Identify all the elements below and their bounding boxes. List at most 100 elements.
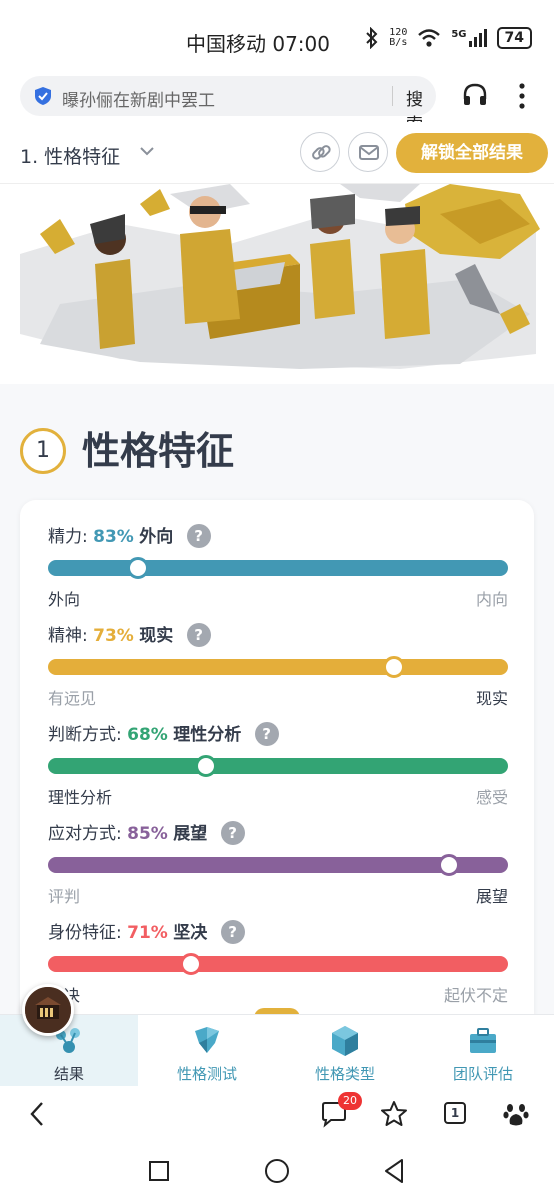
trait-heading: 应对方式: 85% 展望 ?: [48, 819, 245, 845]
tab-personality-types[interactable]: 性格类型: [276, 1015, 414, 1087]
hero-illustration: [0, 184, 554, 384]
trait-right-label: 现实: [475, 689, 508, 708]
link-icon: [312, 145, 331, 160]
trait-slider-knob: [383, 656, 406, 678]
status-icons: 120 B/s 5G 74: [365, 27, 532, 49]
trait-percent: 85%: [127, 824, 168, 844]
trait-name: 精神:: [48, 626, 88, 646]
library-icon: [25, 987, 71, 1033]
headphone-icon[interactable]: [462, 82, 488, 108]
help-icon[interactable]: ?: [220, 920, 245, 944]
trait-bar: [48, 854, 508, 876]
cellular-signal: 5G: [451, 29, 487, 47]
back-arrow-icon[interactable]: [26, 1100, 50, 1128]
bluetooth-icon: [366, 27, 378, 49]
comment-count-badge: 20: [338, 1092, 362, 1110]
cube-icon: [332, 1026, 358, 1056]
chevron-down-icon[interactable]: [138, 142, 156, 160]
trait-name: 身份特征:: [48, 923, 122, 943]
trait-slider-knob: [126, 557, 149, 579]
trait-result: 展望: [173, 824, 208, 844]
trait-right-label: 感受: [475, 788, 508, 807]
home-icon[interactable]: [264, 1158, 290, 1184]
section-dropdown[interactable]: 1. 性格特征: [20, 142, 120, 169]
help-icon[interactable]: ?: [220, 821, 245, 845]
email-button[interactable]: [348, 132, 388, 172]
trait-bar: [48, 755, 508, 777]
tab-label: 性格测试: [176, 1065, 237, 1083]
shield-check-icon: [35, 87, 51, 105]
browser-bottom-nav: 20 1: [0, 1086, 554, 1142]
tab-label: 性格类型: [314, 1065, 375, 1083]
network-type: 5G: [451, 29, 467, 40]
bottom-tab-bar: 结果 性格测试 性格类型 团队评估: [0, 1014, 554, 1087]
trait-slider-knob: [437, 854, 460, 876]
test-icon: [195, 1027, 219, 1053]
browser-bar: 曝孙俪在新剧中罢工 搜索: [0, 72, 554, 135]
briefcase-icon: [470, 1028, 496, 1053]
trait-percent: 73%: [93, 626, 134, 646]
search-box[interactable]: 曝孙俪在新剧中罢工 搜索: [20, 76, 436, 135]
tab-team-assessment[interactable]: 团队评估: [414, 1015, 552, 1087]
trait-name: 应对方式:: [48, 824, 122, 844]
trait-bar: [48, 953, 508, 975]
tab-switcher-button[interactable]: 1: [444, 1102, 466, 1124]
star-icon[interactable]: [380, 1100, 408, 1128]
trait-result: 坚决: [173, 923, 208, 943]
help-icon[interactable]: ?: [186, 623, 211, 647]
hero-image: [0, 184, 554, 384]
trait-heading: 精神: 73% 现实 ?: [48, 621, 211, 647]
trait-result: 外向: [139, 527, 174, 547]
status-carrier-time: 中国移动 07:00: [186, 32, 330, 56]
divider: [392, 86, 393, 106]
battery-indicator: 74: [496, 27, 532, 49]
trait-right-label: 展望: [475, 887, 508, 906]
trait-left-label: 理性分析: [48, 788, 113, 807]
trait-bar: [48, 557, 508, 579]
page-header: 1. 性格特征 解锁全部结果: [0, 122, 554, 184]
mail-icon: [359, 145, 379, 160]
tab-label: 团队评估: [452, 1065, 513, 1083]
unlock-all-results-button[interactable]: 解锁全部结果: [396, 133, 548, 173]
trait-percent: 68%: [127, 725, 168, 745]
speed-unit: B/s: [389, 37, 408, 48]
section-number-badge: 1: [20, 428, 66, 474]
trait-name: 判断方式:: [48, 725, 122, 745]
signal-bar-icon: [478, 33, 482, 47]
floating-app-avatar[interactable]: [22, 984, 74, 1036]
signal-bar-icon: [468, 41, 472, 47]
trait-left-label: 有远见: [48, 689, 97, 708]
search-input[interactable]: 曝孙俪在新剧中罢工: [62, 86, 215, 111]
tab-personality-test[interactable]: 性格测试: [138, 1015, 276, 1087]
trait-percent: 71%: [127, 923, 168, 943]
help-icon[interactable]: ?: [186, 524, 211, 548]
trait-name: 精力:: [48, 527, 88, 547]
trait-left-label: 外向: [48, 590, 81, 609]
signal-bar-icon: [473, 37, 477, 47]
app-root: 中国移动 07:00 120 B/s 5G 74 曝孙俪在新剧中罢工 搜索: [0, 0, 554, 1200]
trait-result: 理性分析: [173, 725, 242, 745]
trait-heading: 身份特征: 71% 坚决 ?: [48, 918, 245, 944]
trait-bar: [48, 656, 508, 678]
back-triangle-icon[interactable]: [382, 1158, 406, 1184]
trait-slider-knob: [180, 953, 203, 975]
trait-right-label: 起伏不定: [443, 986, 508, 1005]
section-title: 性格特征: [82, 429, 235, 473]
recent-apps-icon[interactable]: [148, 1160, 170, 1182]
copy-link-button[interactable]: [300, 132, 340, 172]
wifi-icon: [418, 29, 441, 47]
network-speed: 120 B/s: [389, 28, 407, 48]
traits-card: 精力: 83% 外向 ? 外向 内向 精神: 73% 现实 ? 有远见 现实 判…: [20, 500, 534, 1030]
tab-label: 结果: [53, 1065, 84, 1083]
trait-heading: 精力: 83% 外向 ?: [48, 522, 211, 548]
baidu-paw-icon[interactable]: [502, 1100, 530, 1128]
trait-percent: 83%: [93, 527, 134, 547]
trait-right-label: 内向: [475, 590, 508, 609]
help-icon[interactable]: ?: [254, 722, 279, 746]
trait-left-label: 评判: [48, 887, 81, 906]
status-bar: 中国移动 07:00 120 B/s 5G 74: [0, 0, 554, 72]
trait-result: 现实: [139, 626, 174, 646]
signal-bar-icon: [483, 29, 487, 47]
more-menu-icon[interactable]: [514, 82, 530, 110]
system-nav-bar: [0, 1142, 554, 1200]
